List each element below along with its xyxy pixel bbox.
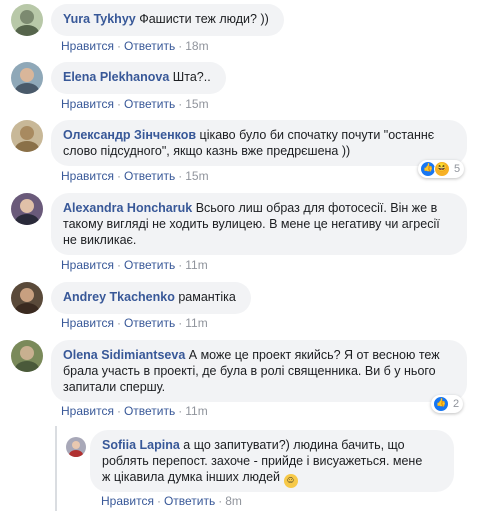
comment-text-line: брала участь в проекті, де була в ролі с… [63, 364, 436, 378]
reply-button[interactable]: Ответить [124, 169, 175, 183]
reply-button[interactable]: Ответить [124, 404, 175, 418]
smile-emoji-icon: ☺ [283, 474, 298, 488]
comment-actions: Нравится · Ответить · 18m [61, 39, 209, 53]
reactions-badge[interactable]: 2 [431, 395, 464, 413]
comment-author[interactable]: Олександр Зінченков [63, 128, 196, 142]
comment-timestamp[interactable]: 15m [185, 97, 208, 111]
comment-author[interactable]: Yura Tykhyy [63, 12, 136, 26]
comment-text-line: такому вигляді не ходить вулицею. В мене… [63, 217, 440, 231]
comment-bubble: Alexandra Honcharuk Всього лиш образ для… [51, 193, 467, 255]
reply-button[interactable]: Ответить [124, 316, 175, 330]
comment-text-line: запитали спершу. [63, 380, 166, 394]
comment-timestamp[interactable]: 8m [225, 494, 242, 508]
like-reaction-icon [433, 396, 449, 412]
like-button[interactable]: Нравится [61, 97, 114, 111]
reply-button[interactable]: Ответить [124, 97, 175, 111]
reply-thread-line [55, 426, 57, 511]
comment-text-line: роблять перепост. захоче - прийде і вису… [102, 454, 423, 468]
comment-actions: Нравится · Ответить · 11m [61, 404, 208, 418]
avatar[interactable] [66, 437, 86, 457]
reactions-count: 2 [453, 398, 460, 410]
comment-bubble: Andrey Tkachenko рамантіка [51, 282, 251, 314]
comment-timestamp[interactable]: 11m [185, 404, 207, 418]
comment-text-line: а що запитувати?) людина бачить, що [183, 438, 405, 452]
comment-text-line: ж цікавила думка інших людей [102, 470, 281, 484]
reply-button[interactable]: Ответить [124, 39, 175, 53]
comment-author[interactable]: Elena Plekhanova [63, 70, 169, 84]
comment-text: Шта?.. [172, 70, 211, 84]
avatar[interactable] [11, 282, 43, 314]
comment-bubble: Sofiia Lapina а що запитувати?) людина б… [90, 430, 454, 492]
comment-actions: Нравится · Ответить · 11m [61, 316, 208, 330]
comment-actions: Нравится · Ответить · 11m [61, 258, 208, 272]
comment-bubble: Elena Plekhanova Шта?.. [51, 62, 226, 94]
like-button[interactable]: Нравится [61, 169, 114, 183]
comment-timestamp[interactable]: 15m [185, 169, 208, 183]
comment-text-line: цікаво було би спочатку почути "останнє [199, 128, 435, 142]
comment-bubble: Olena Sidimiantseva А може це проект яки… [51, 340, 467, 402]
comment-timestamp[interactable]: 11m [185, 258, 207, 272]
comment-text-line: А може це проект якийсь? Я от весною теж [188, 348, 440, 362]
comment-text-line: Всього лиш образ для фотосесії. Він же в [195, 201, 438, 215]
reactions-badge[interactable]: 5 [418, 160, 465, 178]
comment-bubble: Олександр Зінченков цікаво було би споча… [51, 120, 467, 166]
like-button[interactable]: Нравится [61, 258, 114, 272]
comment-actions: Нравится · Ответить · 15m [61, 169, 209, 183]
avatar[interactable] [11, 62, 43, 94]
avatar[interactable] [11, 340, 43, 372]
comment-text: рамантіка [178, 290, 236, 304]
comment-author[interactable]: Alexandra Honcharuk [63, 201, 192, 215]
reply-button[interactable]: Ответить [164, 494, 215, 508]
avatar[interactable] [11, 193, 43, 225]
comment-bubble: Yura Tykhyy Фашисти теж люди? )) [51, 4, 284, 36]
like-button[interactable]: Нравится [61, 39, 114, 53]
comment-author[interactable]: Sofiia Lapina [102, 438, 180, 452]
like-button[interactable]: Нравится [61, 404, 114, 418]
comment-author[interactable]: Andrey Tkachenko [63, 290, 175, 304]
comment-text-line: слово підсудного", якщо казнь вже предрє… [63, 144, 351, 158]
comment-author[interactable]: Olena Sidimiantseva [63, 348, 185, 362]
comment-text-line: не викликає. [63, 233, 137, 247]
avatar[interactable] [11, 120, 43, 152]
reactions-count: 5 [454, 163, 461, 175]
reply-button[interactable]: Ответить [124, 258, 175, 272]
comment-actions: Нравится · Ответить · 8m [101, 494, 242, 508]
comment-actions: Нравится · Ответить · 15m [61, 97, 209, 111]
like-button[interactable]: Нравится [61, 316, 114, 330]
comment-timestamp[interactable]: 11m [185, 316, 207, 330]
haha-reaction-icon [434, 161, 450, 177]
like-button[interactable]: Нравится [101, 494, 154, 508]
comment-text: Фашисти теж люди? )) [139, 12, 269, 26]
avatar[interactable] [11, 4, 43, 36]
comment-timestamp[interactable]: 18m [185, 39, 208, 53]
